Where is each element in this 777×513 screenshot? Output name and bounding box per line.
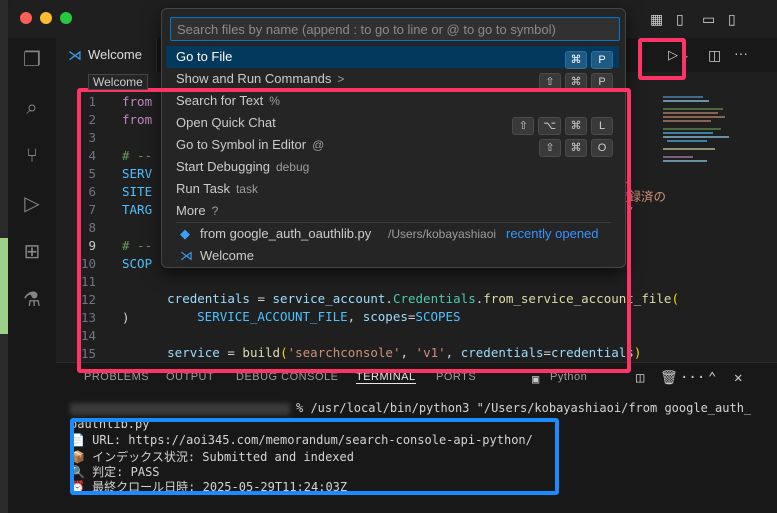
close-window-button[interactable] [20,12,32,24]
more-icon[interactable]: ··· [680,370,705,386]
testing-icon[interactable]: ⚗ [20,288,44,312]
token: ( [671,291,679,306]
minimize-window-button[interactable] [40,12,52,24]
annotation-red-box [638,38,686,80]
chevron-up-icon[interactable]: ⌃ [708,370,716,386]
customize-layout-icon[interactable]: ▦ [650,11,663,27]
quick-open-search-input[interactable] [170,17,620,41]
split-terminal-icon[interactable]: ◫ [636,370,644,386]
minimap[interactable] [663,92,733,192]
quick-pick-item-text: Show and Run Commands [176,71,332,86]
key-cap: ⌘ [565,51,587,69]
toggle-sidebar-icon[interactable]: ▯ [676,11,684,27]
close-icon[interactable]: ✕ [734,370,742,386]
tab-welcome[interactable]: ⋊ Welcome [56,38,157,72]
maximize-window-button[interactable] [60,12,72,24]
activity-bar: ❐ ⌕ ⑂ ▷ ⊞ ⚗ [8,38,57,513]
terminal-command: % /usr/local/bin/python3 "/Users/kobayas… [296,401,752,415]
token: ) [633,345,642,360]
annotation-red-box [77,88,631,373]
vscode-icon: ⋊ [68,47,82,63]
run-debug-icon[interactable]: ▷ [20,192,44,216]
search-icon[interactable]: ⌕ [20,96,44,120]
explorer-icon[interactable]: ❐ [20,48,44,72]
quick-pick-item-label: Go to File [176,46,232,68]
quick-pick-item-hint: > [337,72,345,86]
quick-pick-item-text: Go to File [176,49,233,64]
quick-pick-item-show-and-run-commands[interactable]: Show and Run Commands > ⇧ ⌘ P [166,68,619,91]
key-cap: P [591,51,613,69]
more-icon[interactable]: ··· [734,45,748,61]
trash-icon[interactable]: 🗑 [660,370,678,386]
quick-pick-item-label: Show and Run Commands > [176,68,344,90]
toggle-secondary-sidebar-icon[interactable]: ▯ [728,11,736,27]
desktop-window-edge [0,238,8,334]
source-control-icon[interactable]: ⑂ [20,144,44,168]
redacted-prompt [70,403,290,415]
keybinding: ⌘ P [561,48,613,70]
tab-label: Welcome [88,47,142,62]
terminal-icon: ▣ [532,372,540,386]
tab-tooltip: Welcome [88,74,148,90]
extensions-icon[interactable]: ⊞ [20,240,44,264]
annotation-blue-box [70,418,559,495]
toggle-panel-icon[interactable]: ▭ [702,11,715,27]
quick-pick-item-go-to-file[interactable]: Go to File ⌘ P [166,46,619,70]
split-editor-icon[interactable]: ◫ [708,47,721,63]
